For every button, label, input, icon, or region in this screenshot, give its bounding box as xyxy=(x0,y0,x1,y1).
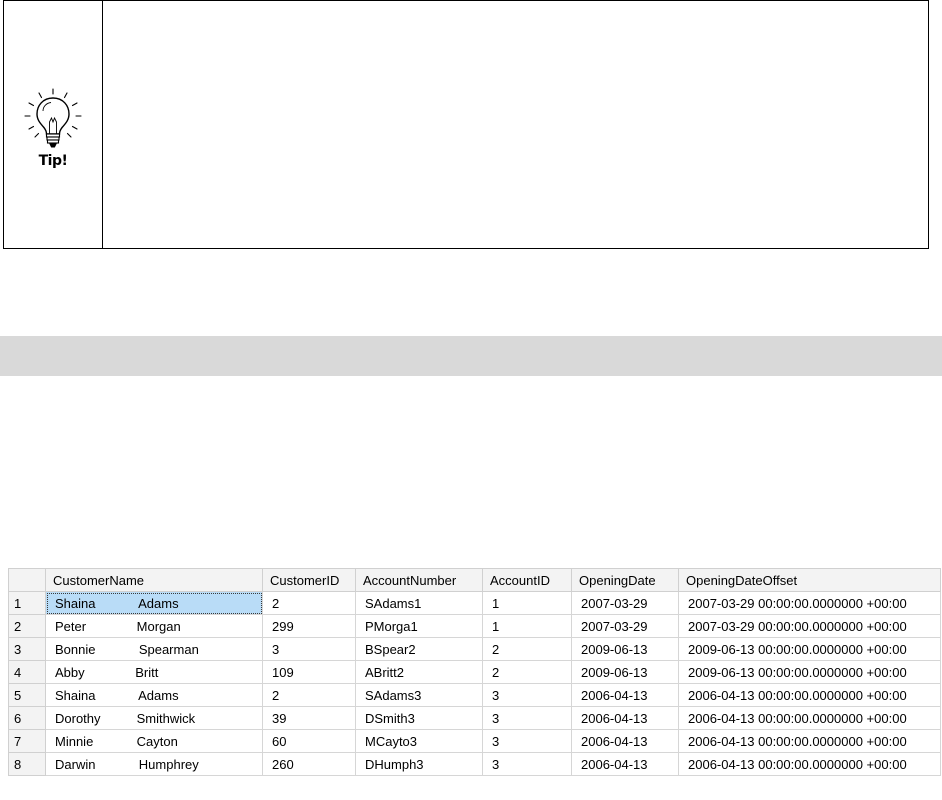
row-number[interactable]: 4 xyxy=(8,660,46,684)
row-number[interactable]: 1 xyxy=(8,591,46,615)
cell-customername[interactable]: Shaina Adams xyxy=(45,591,263,615)
cell-customername[interactable]: Abby Britt xyxy=(45,660,263,684)
grid-corner-cell[interactable] xyxy=(8,568,46,592)
cell-customerid[interactable]: 60 xyxy=(262,729,356,753)
cell-customername[interactable]: Minnie Cayton xyxy=(45,729,263,753)
cell-openingdateoffset[interactable]: 2006-04-13 00:00:00.0000000 +00:00 xyxy=(678,706,941,730)
cell-openingdate[interactable]: 2006-04-13 xyxy=(571,706,679,730)
cell-accountnumber[interactable]: MCayto3 xyxy=(355,729,483,753)
cell-openingdate[interactable]: 2006-04-13 xyxy=(571,683,679,707)
tip-icon-cell: Tip! xyxy=(4,1,103,248)
column-header-accountnumber[interactable]: AccountNumber xyxy=(355,568,483,592)
cell-accountnumber[interactable]: ABritt2 xyxy=(355,660,483,684)
row-number[interactable]: 3 xyxy=(8,637,46,661)
cell-openingdate[interactable]: 2009-06-13 xyxy=(571,637,679,661)
cell-customername[interactable]: Darwin Humphrey xyxy=(45,752,263,776)
cell-accountid[interactable]: 3 xyxy=(482,706,572,730)
cell-customerid[interactable]: 2 xyxy=(262,683,356,707)
cell-openingdateoffset[interactable]: 2007-03-29 00:00:00.0000000 +00:00 xyxy=(678,591,941,615)
tip-box: Tip! xyxy=(3,0,929,249)
cell-openingdate[interactable]: 2007-03-29 xyxy=(571,614,679,638)
column-header-customerid[interactable]: CustomerID xyxy=(262,568,356,592)
cell-accountid[interactable]: 1 xyxy=(482,614,572,638)
lightbulb-icon xyxy=(24,87,82,147)
cell-openingdateoffset[interactable]: 2007-03-29 00:00:00.0000000 +00:00 xyxy=(678,614,941,638)
cell-customername[interactable]: Shaina Adams xyxy=(45,683,263,707)
row-number[interactable]: 6 xyxy=(8,706,46,730)
row-number[interactable]: 2 xyxy=(8,614,46,638)
cell-accountid[interactable]: 3 xyxy=(482,683,572,707)
row-number[interactable]: 5 xyxy=(8,683,46,707)
cell-openingdateoffset[interactable]: 2009-06-13 00:00:00.0000000 +00:00 xyxy=(678,660,941,684)
cell-accountid[interactable]: 2 xyxy=(482,660,572,684)
cell-accountnumber[interactable]: PMorga1 xyxy=(355,614,483,638)
table-row[interactable]: 2 Peter Morgan 299 PMorga1 1 2007-03-29 … xyxy=(8,614,941,638)
cell-customername[interactable]: Peter Morgan xyxy=(45,614,263,638)
table-row[interactable]: 3 Bonnie Spearman 3 BSpear2 2 2009-06-13… xyxy=(8,637,941,661)
cell-accountnumber[interactable]: DHumph3 xyxy=(355,752,483,776)
cell-openingdateoffset[interactable]: 2006-04-13 00:00:00.0000000 +00:00 xyxy=(678,752,941,776)
column-header-openingdate[interactable]: OpeningDate xyxy=(571,568,679,592)
column-header-accountid[interactable]: AccountID xyxy=(482,568,572,592)
cell-openingdate[interactable]: 2007-03-29 xyxy=(571,591,679,615)
cell-accountnumber[interactable]: SAdams1 xyxy=(355,591,483,615)
cell-customerid[interactable]: 260 xyxy=(262,752,356,776)
results-grid: CustomerName CustomerID AccountNumber Ac… xyxy=(8,568,941,776)
tip-label: Tip! xyxy=(38,152,68,169)
cell-accountnumber[interactable]: SAdams3 xyxy=(355,683,483,707)
cell-accountid[interactable]: 3 xyxy=(482,752,572,776)
table-row[interactable]: 7 Minnie Cayton 60 MCayto3 3 2006-04-13 … xyxy=(8,729,941,753)
cell-customerid[interactable]: 109 xyxy=(262,660,356,684)
cell-customerid[interactable]: 3 xyxy=(262,637,356,661)
table-row[interactable]: 1 Shaina Adams 2 SAdams1 1 2007-03-29 20… xyxy=(8,591,941,615)
cell-openingdateoffset[interactable]: 2009-06-13 00:00:00.0000000 +00:00 xyxy=(678,637,941,661)
cell-customerid[interactable]: 39 xyxy=(262,706,356,730)
cell-openingdate[interactable]: 2006-04-13 xyxy=(571,729,679,753)
section-band xyxy=(0,336,942,376)
cell-openingdate[interactable]: 2006-04-13 xyxy=(571,752,679,776)
table-row[interactable]: 5 Shaina Adams 2 SAdams3 3 2006-04-13 20… xyxy=(8,683,941,707)
cell-accountid[interactable]: 2 xyxy=(482,637,572,661)
row-number[interactable]: 7 xyxy=(8,729,46,753)
row-number[interactable]: 8 xyxy=(8,752,46,776)
cell-customerid[interactable]: 2 xyxy=(262,591,356,615)
cell-customername[interactable]: Bonnie Spearman xyxy=(45,637,263,661)
cell-customerid[interactable]: 299 xyxy=(262,614,356,638)
cell-customername[interactable]: Dorothy Smithwick xyxy=(45,706,263,730)
cell-openingdateoffset[interactable]: 2006-04-13 00:00:00.0000000 +00:00 xyxy=(678,683,941,707)
grid-header-row: CustomerName CustomerID AccountNumber Ac… xyxy=(8,568,941,592)
column-header-customername[interactable]: CustomerName xyxy=(45,568,263,592)
table-row[interactable]: 8 Darwin Humphrey 260 DHumph3 3 2006-04-… xyxy=(8,752,941,776)
table-row[interactable]: 4 Abby Britt 109 ABritt2 2 2009-06-13 20… xyxy=(8,660,941,684)
cell-accountid[interactable]: 1 xyxy=(482,591,572,615)
cell-accountid[interactable]: 3 xyxy=(482,729,572,753)
cell-accountnumber[interactable]: BSpear2 xyxy=(355,637,483,661)
cell-openingdateoffset[interactable]: 2006-04-13 00:00:00.0000000 +00:00 xyxy=(678,729,941,753)
column-header-openingdateoffset[interactable]: OpeningDateOffset xyxy=(678,568,941,592)
cell-openingdate[interactable]: 2009-06-13 xyxy=(571,660,679,684)
table-row[interactable]: 6 Dorothy Smithwick 39 DSmith3 3 2006-04… xyxy=(8,706,941,730)
cell-accountnumber[interactable]: DSmith3 xyxy=(355,706,483,730)
tip-content xyxy=(103,1,928,248)
